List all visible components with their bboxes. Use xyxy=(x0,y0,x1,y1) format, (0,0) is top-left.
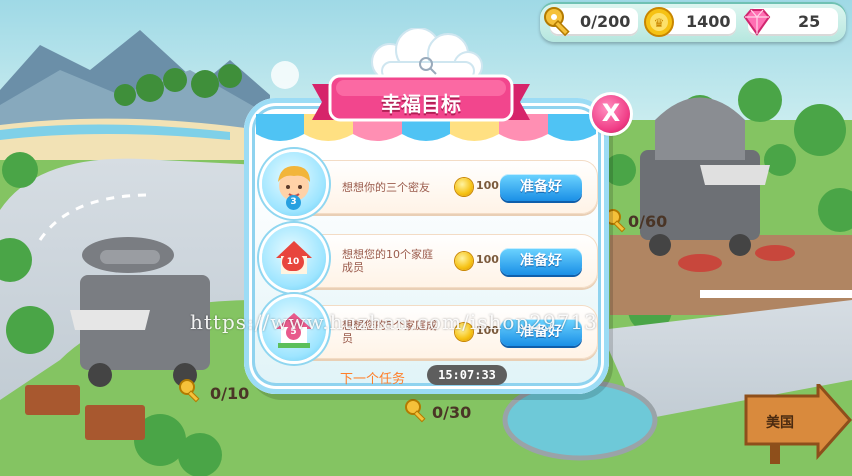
goal-count-badge: 10 xyxy=(282,253,304,271)
next-task-countdown: 15:07:33 xyxy=(427,365,507,385)
key-icon xyxy=(179,379,200,403)
coin-icon xyxy=(455,252,473,270)
ready-button[interactable]: 准备好 xyxy=(500,248,582,275)
goal-row: 3 想想你的三个密友 100 准备好 xyxy=(262,152,598,216)
truck-progress-right: 0/60 xyxy=(628,212,668,231)
next-task-label: 下一个任务 xyxy=(340,372,406,387)
dialog-title: 幸福目标 xyxy=(381,92,461,116)
arrow-sign-icon xyxy=(744,380,852,464)
key-icon xyxy=(544,7,570,37)
coins-counter[interactable]: ♛ 1400 xyxy=(644,7,736,37)
keys-value: 0/200 xyxy=(580,12,631,31)
boy-avatar-icon: 3 xyxy=(262,152,326,216)
close-icon: X xyxy=(601,99,621,127)
region-sign-label: 美国 xyxy=(766,415,794,431)
truck-progress-left: 0/10 xyxy=(210,384,250,403)
truck-progress-center: 0/30 xyxy=(432,403,472,422)
goal-text: 想想您的10个家庭成员 xyxy=(342,248,433,274)
goal-reward: 100 xyxy=(476,179,499,192)
svg-text:♛: ♛ xyxy=(654,16,665,30)
keys-counter[interactable]: 0/200 xyxy=(544,7,638,37)
watermark-text: https://www.huzhan.com/ishop29713 xyxy=(190,310,598,334)
house-icon: 10 xyxy=(262,226,326,290)
coins-value: 1400 xyxy=(686,12,731,31)
gem-icon xyxy=(743,9,771,36)
coin-icon xyxy=(455,178,473,196)
close-button[interactable]: X xyxy=(592,95,630,133)
goal-row: 10 想想您的10个家庭成员 100 准备好 xyxy=(262,226,598,290)
gems-counter[interactable]: 25 xyxy=(743,8,838,36)
goal-reward: 100 xyxy=(476,253,499,266)
ready-button[interactable]: 准备好 xyxy=(500,174,582,201)
currency-bar: 0/200 ♛ 1400 25 xyxy=(540,2,846,42)
dialog-banner: 幸福目标 xyxy=(312,74,530,132)
coin-icon: ♛ xyxy=(644,7,674,37)
goal-text: 想想你的三个密友 xyxy=(342,180,430,194)
region-sign[interactable]: 美国 xyxy=(740,380,852,464)
gems-value: 25 xyxy=(798,12,821,31)
goal-count-badge: 3 xyxy=(286,195,301,210)
key-icon xyxy=(405,399,426,423)
